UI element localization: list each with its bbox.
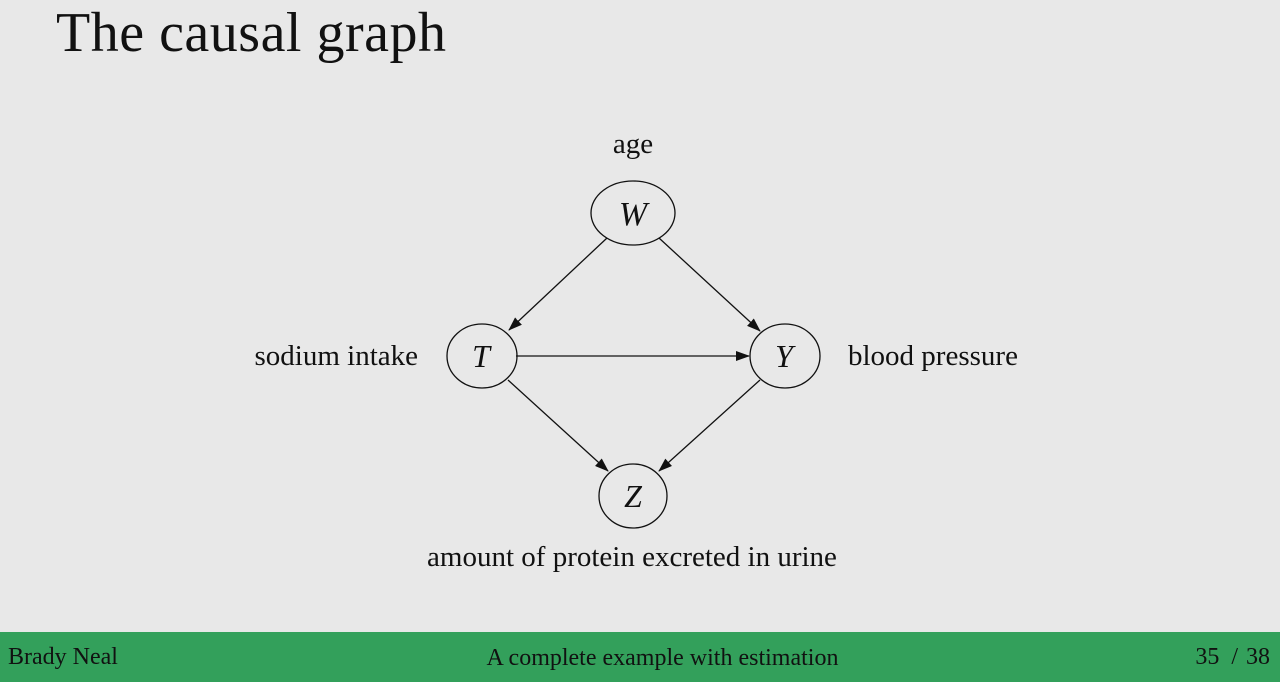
- node-y-label: blood pressure: [848, 340, 1018, 372]
- node-y-symbol: Y: [775, 338, 796, 374]
- node-t-symbol: T: [472, 338, 492, 374]
- edge-y-to-z: [658, 379, 761, 472]
- node-w-label: age: [613, 128, 653, 160]
- page-separator: /: [1231, 644, 1238, 670]
- current-page: 35: [1195, 644, 1220, 670]
- footer-section-title: A complete example with estimation: [486, 645, 839, 671]
- node-w-symbol: W: [619, 196, 650, 233]
- page-counter: 35 / 38: [1195, 644, 1270, 671]
- node-z-label: amount of protein excreted in urine: [427, 541, 837, 573]
- node-y: Y: [749, 323, 821, 389]
- node-t-label: sodium intake: [254, 340, 418, 372]
- edge-w-to-y: [658, 237, 761, 332]
- node-t: T: [446, 323, 518, 389]
- node-z: Z: [598, 463, 668, 529]
- node-w: W: [590, 180, 676, 246]
- slide: The causal graph W T Y Z age sodium inta…: [0, 0, 1280, 632]
- edge-t-to-z: [507, 379, 609, 472]
- causal-graph: W T Y Z age sodium intake blood pressure…: [254, 128, 1018, 573]
- footer-bar: Brady Neal A complete example with estim…: [0, 632, 1280, 682]
- node-z-symbol: Z: [624, 478, 643, 514]
- total-pages: 38: [1246, 644, 1270, 670]
- edge-w-to-t: [508, 237, 608, 331]
